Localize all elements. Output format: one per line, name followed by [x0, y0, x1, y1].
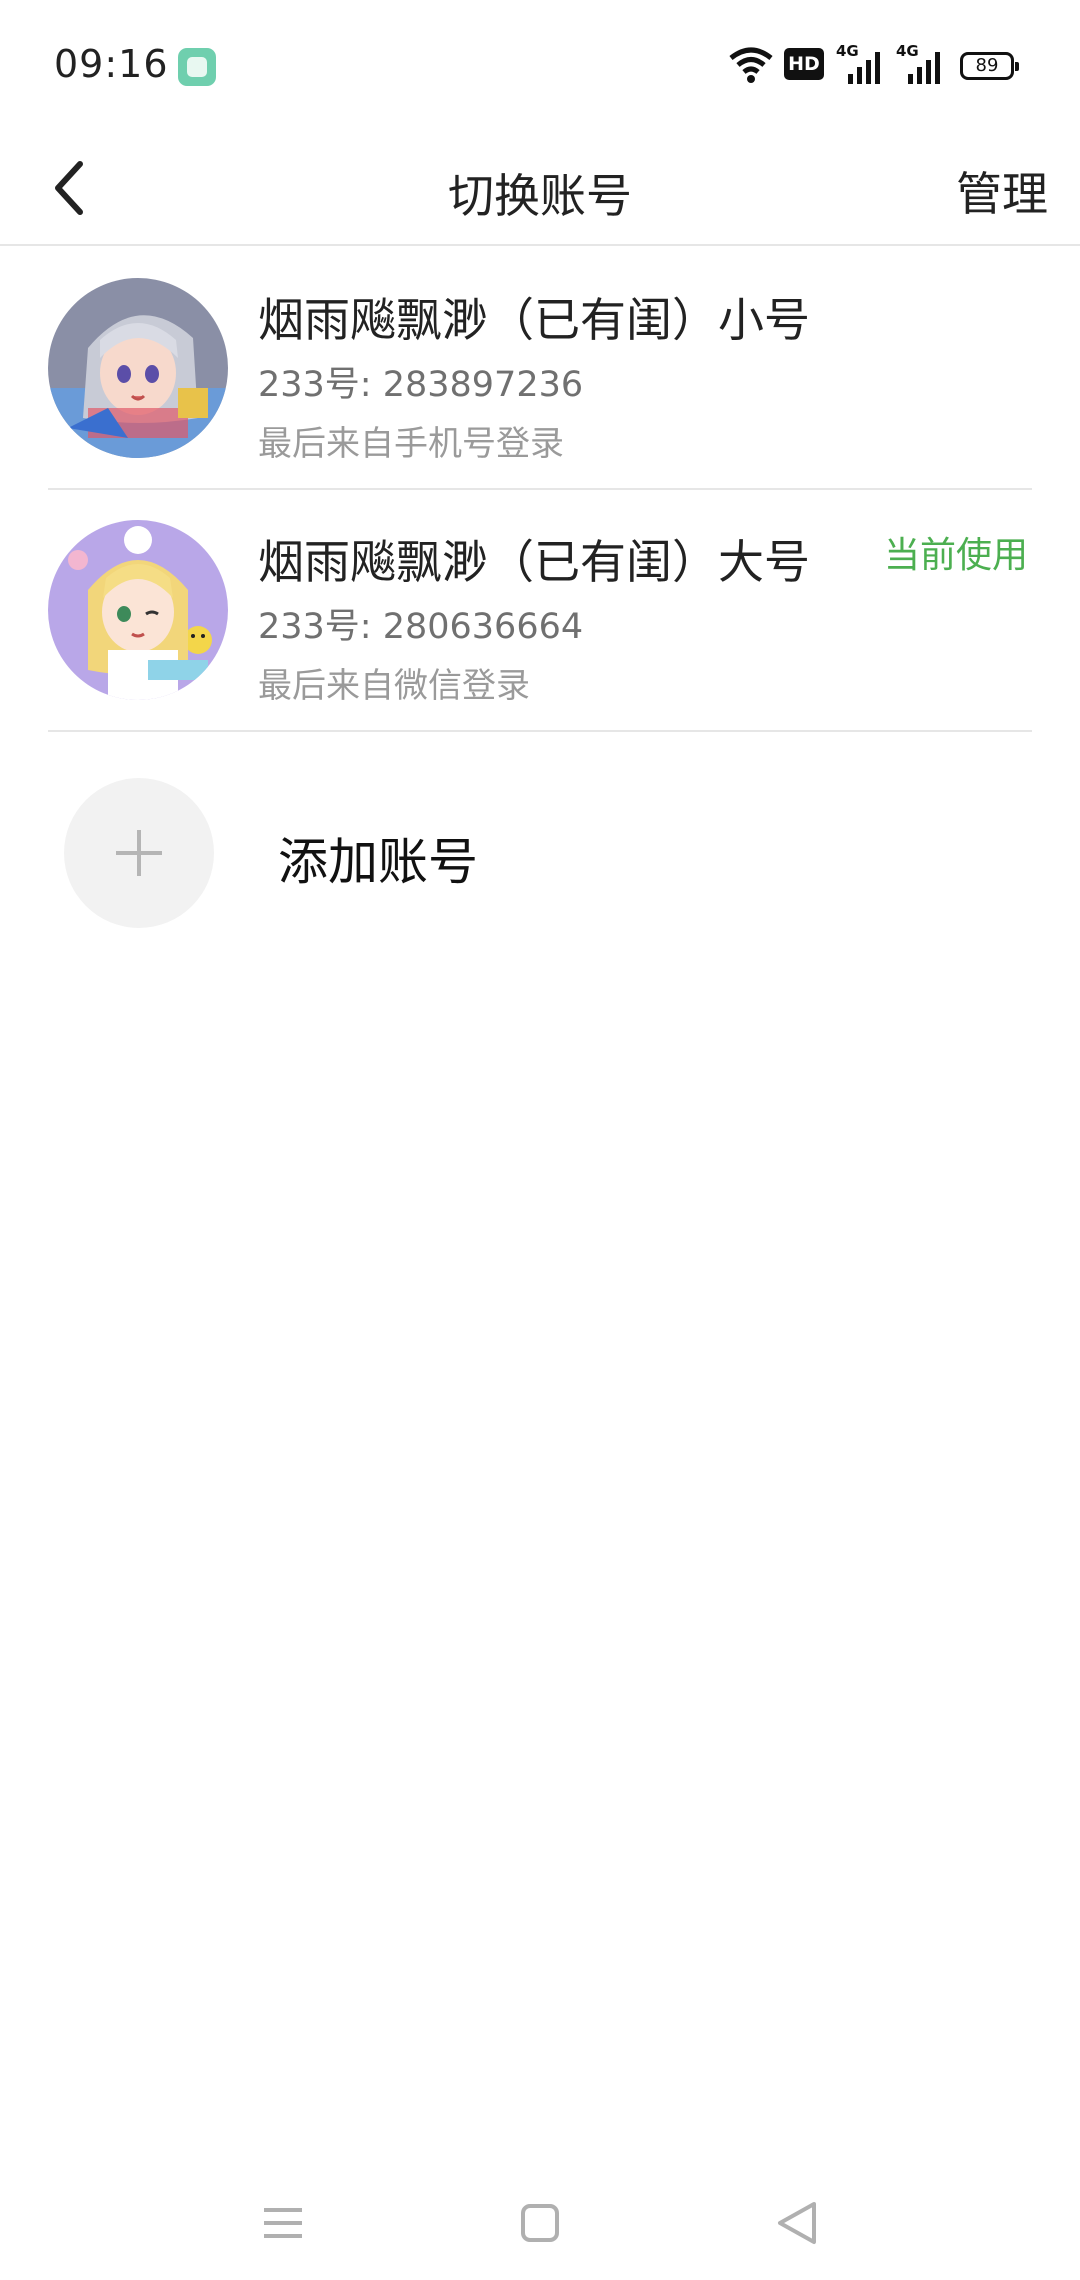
page-title: 切换账号 [448, 169, 632, 223]
account-name: 烟雨飚飘渺（已有闺）大号 [258, 535, 810, 589]
hd-icon: HD [784, 48, 824, 80]
system-navigation-bar [0, 2160, 1080, 2280]
status-icons: HD 4G 4G 89 [728, 42, 1028, 88]
current-account-badge: 当前使用 [883, 535, 1028, 576]
wifi-icon [729, 47, 773, 83]
account-name: 烟雨飚飘渺（已有闺）小号 [258, 293, 810, 347]
menu-button[interactable] [248, 2188, 318, 2258]
signal-icon: 4G [836, 42, 884, 84]
plus-icon [64, 778, 214, 928]
header: 切换账号 管理 [0, 130, 1080, 246]
add-account-button[interactable]: 添加账号 [48, 770, 1032, 940]
manage-button[interactable]: 管理 [956, 158, 1048, 224]
battery-level: 89 [975, 55, 999, 76]
battery-icon: 89 [960, 52, 1019, 80]
triangle-back-icon [778, 2202, 816, 2244]
status-time: 09:16 [54, 42, 169, 86]
home-button[interactable] [505, 2188, 575, 2258]
signal-icon: 4G [896, 42, 944, 84]
add-account-label: 添加账号 [278, 833, 478, 891]
anime-avatar-silver-hair-icon [48, 278, 228, 458]
back-nav-button[interactable] [762, 2188, 832, 2258]
account-id: 233号: 280636664 [258, 607, 584, 647]
anime-avatar-blonde-hair-icon [48, 520, 228, 700]
menu-icon [264, 2208, 302, 2238]
account-login-source: 最后来自手机号登录 [258, 424, 564, 464]
hd-label: HD [788, 53, 820, 75]
square-icon [521, 2204, 559, 2242]
status-bar: 09:16 HD 4G 4G 89 [0, 0, 1080, 130]
account-row[interactable]: 烟雨飚飘渺（已有闺）小号 233号: 283897236 最后来自手机号登录 [48, 248, 1032, 490]
account-id: 233号: 283897236 [258, 365, 584, 405]
app-notification-icon [178, 48, 216, 86]
account-row[interactable]: 烟雨飚飘渺（已有闺）大号 当前使用 233号: 280636664 最后来自微信… [48, 490, 1032, 732]
account-login-source: 最后来自微信登录 [258, 666, 530, 706]
